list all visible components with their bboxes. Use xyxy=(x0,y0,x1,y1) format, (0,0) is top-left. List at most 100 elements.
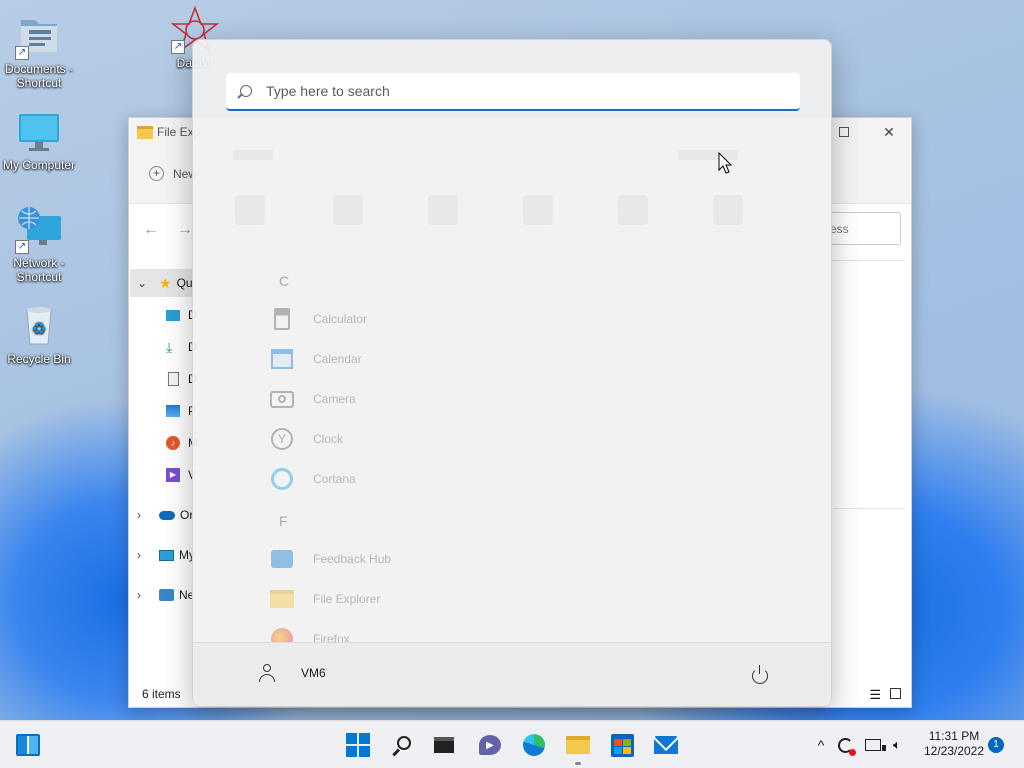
search-button[interactable] xyxy=(386,729,418,761)
close-button[interactable]: ✕ xyxy=(866,118,912,146)
desktop-icon-label: Network - Shortcut xyxy=(13,256,65,284)
edge-button[interactable] xyxy=(518,729,550,761)
plus-icon: + xyxy=(149,166,164,181)
volume-button[interactable]: 🔈︎ xyxy=(886,733,908,757)
folder-icon xyxy=(269,586,295,612)
app-calculator[interactable]: Calculator xyxy=(269,303,367,335)
file-explorer-button[interactable] xyxy=(562,729,594,765)
clock[interactable]: 11:31 PM 12/23/2022 xyxy=(918,729,990,759)
app-label: File Explorer xyxy=(313,592,381,606)
power-button[interactable] xyxy=(747,663,773,689)
update-status-button[interactable] xyxy=(834,733,856,757)
clock-date: 12/23/2022 xyxy=(923,744,985,758)
notification-badge[interactable]: 1 xyxy=(988,737,1004,753)
music-icon: ♪ xyxy=(166,436,180,450)
star-icon: ★ xyxy=(159,274,172,291)
app-feedback-hub[interactable]: Feedback Hub xyxy=(269,543,391,575)
search-field-text: ess xyxy=(830,221,849,236)
mouse-cursor-icon xyxy=(718,152,732,174)
calendar-icon xyxy=(269,346,295,372)
running-indicator xyxy=(575,762,581,765)
mail-icon xyxy=(654,736,678,754)
folder-icon xyxy=(566,736,590,754)
item-count: 6 items xyxy=(142,687,181,701)
app-cortana[interactable]: Cortana xyxy=(269,463,356,495)
edge-icon xyxy=(523,734,545,756)
desktop-icon-label: Recycle Bin xyxy=(7,352,71,366)
start-menu[interactable]: Type here to search C Calculator Calenda… xyxy=(192,39,832,707)
chevron-right-icon: › xyxy=(137,548,141,562)
power-icon xyxy=(752,665,768,684)
shortcut-arrow-icon: ↗ xyxy=(171,40,185,54)
desktop-icon xyxy=(166,309,180,321)
camera-icon xyxy=(269,386,295,412)
start-button[interactable] xyxy=(342,729,374,761)
network-status-button[interactable] xyxy=(862,733,886,757)
close-icon: ✕ xyxy=(883,123,895,140)
back-arrow-icon[interactable]: ← xyxy=(143,221,159,239)
chevron-right-icon: › xyxy=(137,508,141,522)
download-icon: ⤓ xyxy=(166,338,173,355)
search-icon xyxy=(237,85,252,99)
widgets-button[interactable] xyxy=(12,729,44,761)
app-label: Camera xyxy=(313,392,356,406)
search-field[interactable]: ess xyxy=(821,212,901,245)
show-hidden-icons-button[interactable]: ^ xyxy=(812,733,830,757)
desktop-icon-recycle-bin[interactable]: ♻ Recycle Bin xyxy=(0,302,79,366)
taskbar: ▶ ^ 🔈︎ 11:31 PM 12/23/2022 1 xyxy=(0,720,1024,768)
calculator-icon xyxy=(269,306,295,332)
user-account-button[interactable]: VM6 xyxy=(257,663,326,683)
monitor-icon xyxy=(15,108,63,156)
user-icon xyxy=(257,663,277,683)
tiles-view-icon[interactable] xyxy=(890,688,901,699)
task-view-button[interactable] xyxy=(428,729,460,761)
cortana-icon xyxy=(269,466,295,492)
desktop-icon-network-shortcut[interactable]: ↗ Network - Shortcut xyxy=(0,206,79,284)
shortcut-arrow-icon: ↗ xyxy=(15,46,29,60)
task-view-icon xyxy=(434,737,454,753)
app-label: Cortana xyxy=(313,472,356,486)
document-icon xyxy=(168,372,179,386)
search-input[interactable]: Type here to search xyxy=(226,73,800,111)
forward-arrow-icon[interactable]: → xyxy=(177,221,193,239)
sidebar-item-onedrive[interactable]: › Or xyxy=(137,503,193,527)
sidebar-item-my-computer[interactable]: › My xyxy=(137,543,195,567)
computer-icon xyxy=(159,549,174,561)
notification-count: 1 xyxy=(993,739,999,750)
sync-icon xyxy=(837,737,856,756)
content-divider xyxy=(833,508,905,509)
mail-button[interactable] xyxy=(650,729,682,761)
app-clock[interactable]: Y Clock xyxy=(269,423,343,455)
desktop-icon-my-computer[interactable]: My Computer xyxy=(0,108,79,172)
desktop-icon-documents-shortcut[interactable]: ↗ Documents - Shortcut xyxy=(0,12,79,90)
app-camera[interactable]: Camera xyxy=(269,383,356,415)
feedback-hub-icon xyxy=(269,546,295,572)
folder-icon: ↗ xyxy=(15,12,63,60)
recycle-bin-icon: ♻ xyxy=(15,302,63,350)
sidebar-item-quick-access[interactable]: ⌄ ★ Qu xyxy=(137,271,193,295)
windows-logo-icon xyxy=(346,733,370,757)
app-label: Feedback Hub xyxy=(313,552,392,566)
chevron-right-icon: › xyxy=(137,588,141,602)
chat-button[interactable]: ▶ xyxy=(474,729,506,761)
app-label: Clock xyxy=(313,432,344,446)
clock-icon: Y xyxy=(269,426,295,452)
app-file-explorer[interactable]: File Explorer xyxy=(269,583,380,615)
picture-icon xyxy=(166,405,180,417)
app-calendar[interactable]: Calendar xyxy=(269,343,362,375)
desktop-icon-label: My Computer xyxy=(2,158,76,172)
section-letter-c[interactable]: C xyxy=(279,273,289,289)
widgets-icon xyxy=(16,734,40,756)
details-view-icon[interactable]: ☰ xyxy=(869,687,881,703)
store-button[interactable] xyxy=(606,729,638,761)
start-menu-footer: VM6 xyxy=(193,642,831,706)
clock-time: 11:31 PM xyxy=(928,729,980,743)
new-button[interactable]: + New xyxy=(149,166,197,181)
network-icon xyxy=(865,739,886,751)
sidebar-item-network[interactable]: › Ne xyxy=(137,583,194,607)
section-letter-f[interactable]: F xyxy=(279,513,288,529)
network-icon: ↗ xyxy=(15,206,63,254)
speaker-icon: 🔈︎ xyxy=(893,737,901,752)
app-label: Calendar xyxy=(313,352,362,366)
navigation-pane: ⌄ ★ Qu D ⤓ D D P ♪ M ▶ V › xyxy=(129,266,198,679)
